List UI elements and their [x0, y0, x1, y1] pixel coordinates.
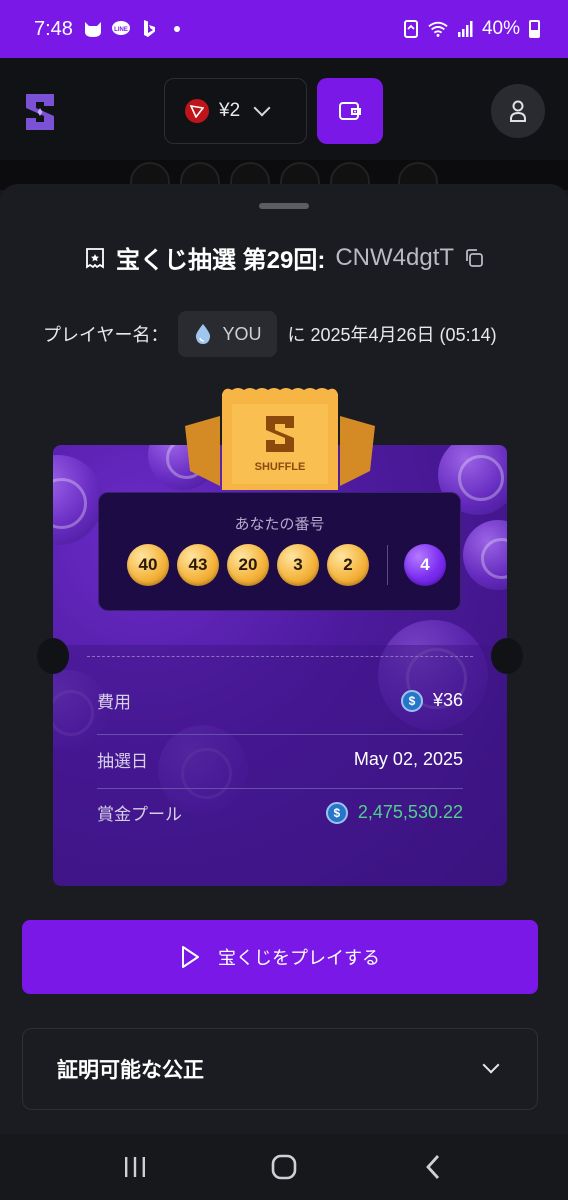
- wallet-icon: [339, 102, 361, 120]
- number-ball: 43: [177, 544, 219, 586]
- draw-date-label: 抽選日: [97, 752, 148, 771]
- line-icon: LINE: [111, 19, 131, 39]
- prize-pool-row: 賞金プール $ 2,475,530.22: [97, 800, 463, 825]
- provably-fair-label: 証明可能な公正: [57, 1059, 204, 1082]
- battery-percent: 40%: [481, 18, 520, 39]
- provably-fair-accordion[interactable]: 証明可能な公正: [22, 1028, 538, 1110]
- water-drop-icon: [196, 324, 211, 344]
- prize-pool-label: 賞金プール: [97, 805, 182, 824]
- number-balls: 40 43 20 3 2 4: [127, 544, 446, 586]
- bing-icon: [139, 19, 159, 39]
- cat-icon: [83, 19, 103, 39]
- chevron-down-icon: [253, 99, 271, 117]
- ticket-divider: [87, 656, 473, 657]
- status-bar: 7:48 LINE 40%: [0, 0, 568, 58]
- currency-selector[interactable]: ¥2: [164, 78, 307, 144]
- brand-text: SHUFFLE: [255, 461, 306, 473]
- ticket-title-text: 宝くじ抽選 第29回:: [115, 247, 326, 274]
- recent-apps-icon[interactable]: [115, 1147, 155, 1187]
- android-nav-bar: [0, 1134, 568, 1200]
- shuffle-logo-icon[interactable]: [22, 92, 58, 132]
- bonus-ball: 4: [404, 544, 446, 586]
- dot-icon: [167, 19, 187, 39]
- chevron-down-icon: [482, 1056, 500, 1074]
- cost-label: 費用: [97, 693, 131, 712]
- play-lottery-label: 宝くじをプレイする: [218, 948, 380, 968]
- your-numbers-label: あなたの番号: [234, 516, 325, 533]
- number-ball: 2: [327, 544, 369, 586]
- ticket-date: に 2025年4月26日 (05:14): [287, 325, 497, 345]
- player-name: YOU: [222, 323, 262, 344]
- shuffle-ticket-topper: SHUFFLE: [180, 386, 380, 506]
- play-lottery-button[interactable]: 宝くじをプレイする: [22, 920, 538, 994]
- signal-icon: [455, 19, 475, 39]
- player-label: プレイヤー名：: [43, 325, 169, 345]
- your-numbers-panel: あなたの番号 40 43 20 3 2 4: [98, 492, 461, 611]
- currency-amount: ¥2: [219, 100, 241, 121]
- wifi-icon: [428, 19, 448, 39]
- profile-button[interactable]: [491, 84, 545, 138]
- draw-date-row: 抽選日 May 02, 2025: [97, 747, 463, 772]
- player-chip[interactable]: YOU: [178, 311, 278, 357]
- cost-row: 費用 $ ¥36: [97, 688, 463, 713]
- number-ball: 40: [127, 544, 169, 586]
- row-divider: [97, 734, 463, 735]
- recycle-icon: [401, 19, 421, 39]
- wallet-button[interactable]: [317, 78, 383, 144]
- ticket-code: CNW4dgtT: [335, 243, 455, 271]
- numbers-separator: [387, 545, 388, 585]
- status-time: 7:48: [34, 17, 73, 40]
- row-divider: [97, 788, 463, 789]
- ticket-card: あなたの番号 40 43 20 3 2 4 費用 $ ¥36 抽選日 May 0…: [53, 445, 507, 886]
- user-icon: [510, 100, 526, 122]
- ticket-notch-left: [37, 638, 69, 674]
- app-header: ¥2: [0, 58, 568, 164]
- sheet-drag-handle[interactable]: [259, 203, 309, 209]
- screen: 7:48 LINE 40% ¥2 宝くじ抽選 第29回: CNW4dgtT プレ…: [0, 0, 568, 1200]
- battery-icon: [529, 20, 540, 38]
- player-row: プレイヤー名： YOU に 2025年4月26日 (05:14): [43, 311, 497, 357]
- usdc-icon: $: [325, 801, 348, 824]
- draw-date-value: May 02, 2025: [353, 749, 463, 769]
- prize-pool-value: 2,475,530.22: [357, 802, 463, 822]
- ticket-icon: [86, 247, 104, 269]
- home-icon[interactable]: [264, 1147, 304, 1187]
- number-ball: 3: [277, 544, 319, 586]
- ticket-notch-right: [491, 638, 523, 674]
- tron-icon: [185, 99, 209, 123]
- play-icon: [182, 946, 199, 968]
- ticket-title: 宝くじ抽選 第29回: CNW4dgtT: [0, 240, 568, 275]
- cost-value: ¥36: [432, 690, 463, 710]
- svg-text:LINE: LINE: [114, 27, 128, 33]
- number-ball: 20: [227, 544, 269, 586]
- usdc-icon: $: [400, 689, 423, 712]
- copy-icon[interactable]: [464, 248, 484, 268]
- back-icon[interactable]: [413, 1147, 453, 1187]
